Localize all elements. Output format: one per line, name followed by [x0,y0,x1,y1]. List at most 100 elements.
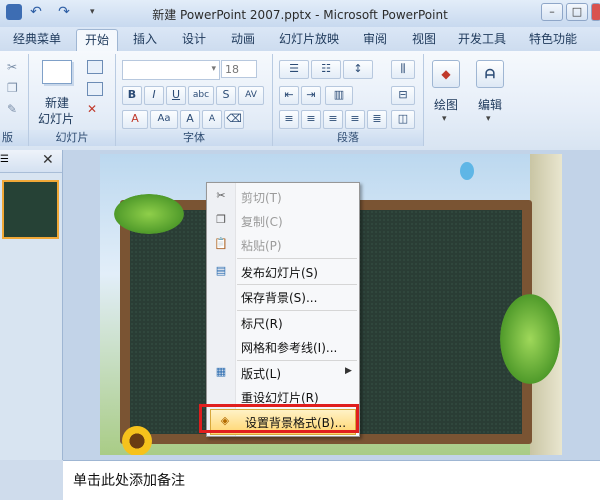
tab-animations[interactable]: 动画 [223,29,263,50]
change-case-button[interactable]: Aa [150,110,178,129]
highlight-callout-box [199,404,359,433]
bold-button[interactable]: B [122,86,142,105]
tab-special-features[interactable]: 特色功能 [523,29,583,50]
tab-review[interactable]: 审阅 [355,29,395,50]
align-left-button[interactable]: ≡ [279,110,299,129]
copy-icon: ❐ [216,213,226,226]
slide-thumbnail[interactable] [2,180,59,239]
title-bar: ↶ ↷ ▾ 新建 PowerPoint 2007.pptx - Microsof… [0,0,600,28]
italic-button[interactable]: I [144,86,164,105]
text-direction-button[interactable]: ⫼ [391,60,415,79]
maximize-button[interactable]: □ [566,3,588,21]
justify-button[interactable]: ≡ [345,110,365,129]
menu-item-grid-guides[interactable]: 网格和参考线(I)... [207,335,359,359]
shapes-icon[interactable]: ◆ [432,60,460,88]
group-label-paragraph: 段落 [273,130,423,146]
clear-format-button[interactable]: ⌫ [224,110,244,129]
smartart-button[interactable]: ◫ [391,110,415,129]
align-center-button[interactable]: ≡ [301,110,321,129]
align-right-button[interactable]: ≡ [323,110,343,129]
grow-font-button[interactable]: A [180,110,200,129]
shrink-font-button[interactable]: A [202,110,222,129]
menu-item-save-background[interactable]: 保存背景(S)... [207,285,359,309]
paste-icon: 📋 [214,237,228,250]
menu-item-publish-slides[interactable]: ▤ 发布幻灯片(S) [207,260,359,284]
redo-icon[interactable]: ↷ [56,4,72,20]
tab-view[interactable]: 视图 [404,29,444,50]
new-slide-label-1[interactable]: 新建 [37,94,77,111]
strikethrough-button[interactable]: abc [188,86,214,105]
ribbon: ✂ ❐ ✎ 版 新建 幻灯片 ✕ 幻灯片 ▾ 18 B I U abc S AV… [0,51,600,151]
numbering-button[interactable]: ☷ [311,60,341,79]
tab-design[interactable]: 设计 [174,29,214,50]
drawing-dropdown-icon[interactable]: ▾ [442,114,447,124]
notes-pane[interactable]: 单击此处添加备注 [63,460,600,500]
publish-slides-icon: ▤ [215,264,227,277]
menu-label-publish: 发布幻灯片(S) [241,266,318,280]
increase-indent-button[interactable]: ⇥ [301,86,321,105]
format-painter-icon[interactable]: ✎ [7,102,17,116]
context-menu: ✂ 剪切(T) ❐ 复制(C) 📋 粘贴(P) ▤ 发布幻灯片(S) 保存背景(… [206,182,360,437]
align-text-button[interactable]: ⊟ [391,86,415,105]
new-slide-icon[interactable] [42,60,72,84]
menu-item-layout[interactable]: ▦ 版式(L) ▶ [207,361,359,385]
shadow-button[interactable]: S [216,86,236,105]
group-slides: 新建 幻灯片 ✕ 幻灯片 [29,54,116,146]
editing-label[interactable]: 编辑 [470,96,510,113]
menu-item-cut[interactable]: ✂ 剪切(T) [207,185,359,209]
tab-insert[interactable]: 插入 [125,29,165,50]
font-color-button[interactable]: A [122,110,148,129]
vine-decoration-right [500,294,560,384]
decrease-indent-button[interactable]: ⇤ [279,86,299,105]
tab-slide-show[interactable]: 幻灯片放映 [274,29,344,50]
delete-slide-icon[interactable]: ✕ [87,102,97,116]
scissors-icon: ✂ [216,189,226,202]
font-name-combo[interactable]: ▾ [122,60,220,80]
font-size-combo[interactable]: 18 [221,60,257,78]
menu-separator [237,258,357,259]
sunflower-icon [122,426,152,455]
columns-button[interactable]: ▥ [325,86,353,105]
group-editing: ᗩ 编辑 ▾ [470,54,510,146]
group-label-font: 字体 [116,130,272,146]
close-panel-icon[interactable]: ✕ [42,152,54,168]
tab-developer[interactable]: 开发工具 [453,29,511,50]
group-clipboard: ✂ ❐ ✎ 版 [0,54,29,146]
menu-item-paste[interactable]: 📋 粘贴(P) [207,233,359,257]
hot-air-balloon-icon [460,162,474,180]
menu-item-copy[interactable]: ❐ 复制(C) [207,209,359,233]
customize-toolbar-icon[interactable]: ▾ [90,7,95,17]
window-title: 新建 PowerPoint 2007.pptx - Microsoft Powe… [152,8,448,22]
find-icon[interactable]: ᗩ [476,60,504,88]
minimize-button[interactable]: – [541,3,563,21]
menu-label-save-background: 保存背景(S)... [241,291,318,305]
tab-classic-menu[interactable]: 经典菜单 [8,29,66,50]
outline-tab-icon[interactable]: ☰ [0,154,14,166]
menu-label-grid: 网格和参考线(I)... [241,341,338,355]
vine-decoration [114,194,184,234]
char-spacing-button[interactable]: AV [238,86,264,105]
tab-home[interactable]: 开始 [76,29,118,51]
new-slide-label-2[interactable]: 幻灯片 [33,110,79,127]
line-spacing-button[interactable]: ↕ [343,60,373,79]
copy-icon[interactable]: ❐ [7,81,18,95]
menu-item-ruler[interactable]: 标尺(R) [207,311,359,335]
drawing-label[interactable]: 绘图 [424,96,468,113]
group-label-slides: 幻灯片 [29,130,115,146]
cut-icon[interactable]: ✂ [7,60,17,74]
underline-button[interactable]: U [166,86,186,105]
distributed-button[interactable]: ≣ [367,110,387,129]
bullets-button[interactable]: ☰ [279,60,309,79]
menu-label-copy: 复制(C) [241,215,283,229]
save-icon[interactable] [6,4,22,20]
notes-placeholder[interactable]: 单击此处添加备注 [73,470,185,490]
reset-icon[interactable] [87,82,103,96]
close-button[interactable] [591,3,600,21]
layout-icon[interactable] [87,60,103,74]
menu-label-layout: 版式(L) [241,367,282,381]
menu-label-cut: 剪切(T) [241,191,282,205]
undo-icon[interactable]: ↶ [28,4,44,20]
slides-panel: ☰ ✕ [0,150,63,460]
editing-dropdown-icon[interactable]: ▾ [486,114,491,124]
menu-label-paste: 粘贴(P) [241,239,282,253]
